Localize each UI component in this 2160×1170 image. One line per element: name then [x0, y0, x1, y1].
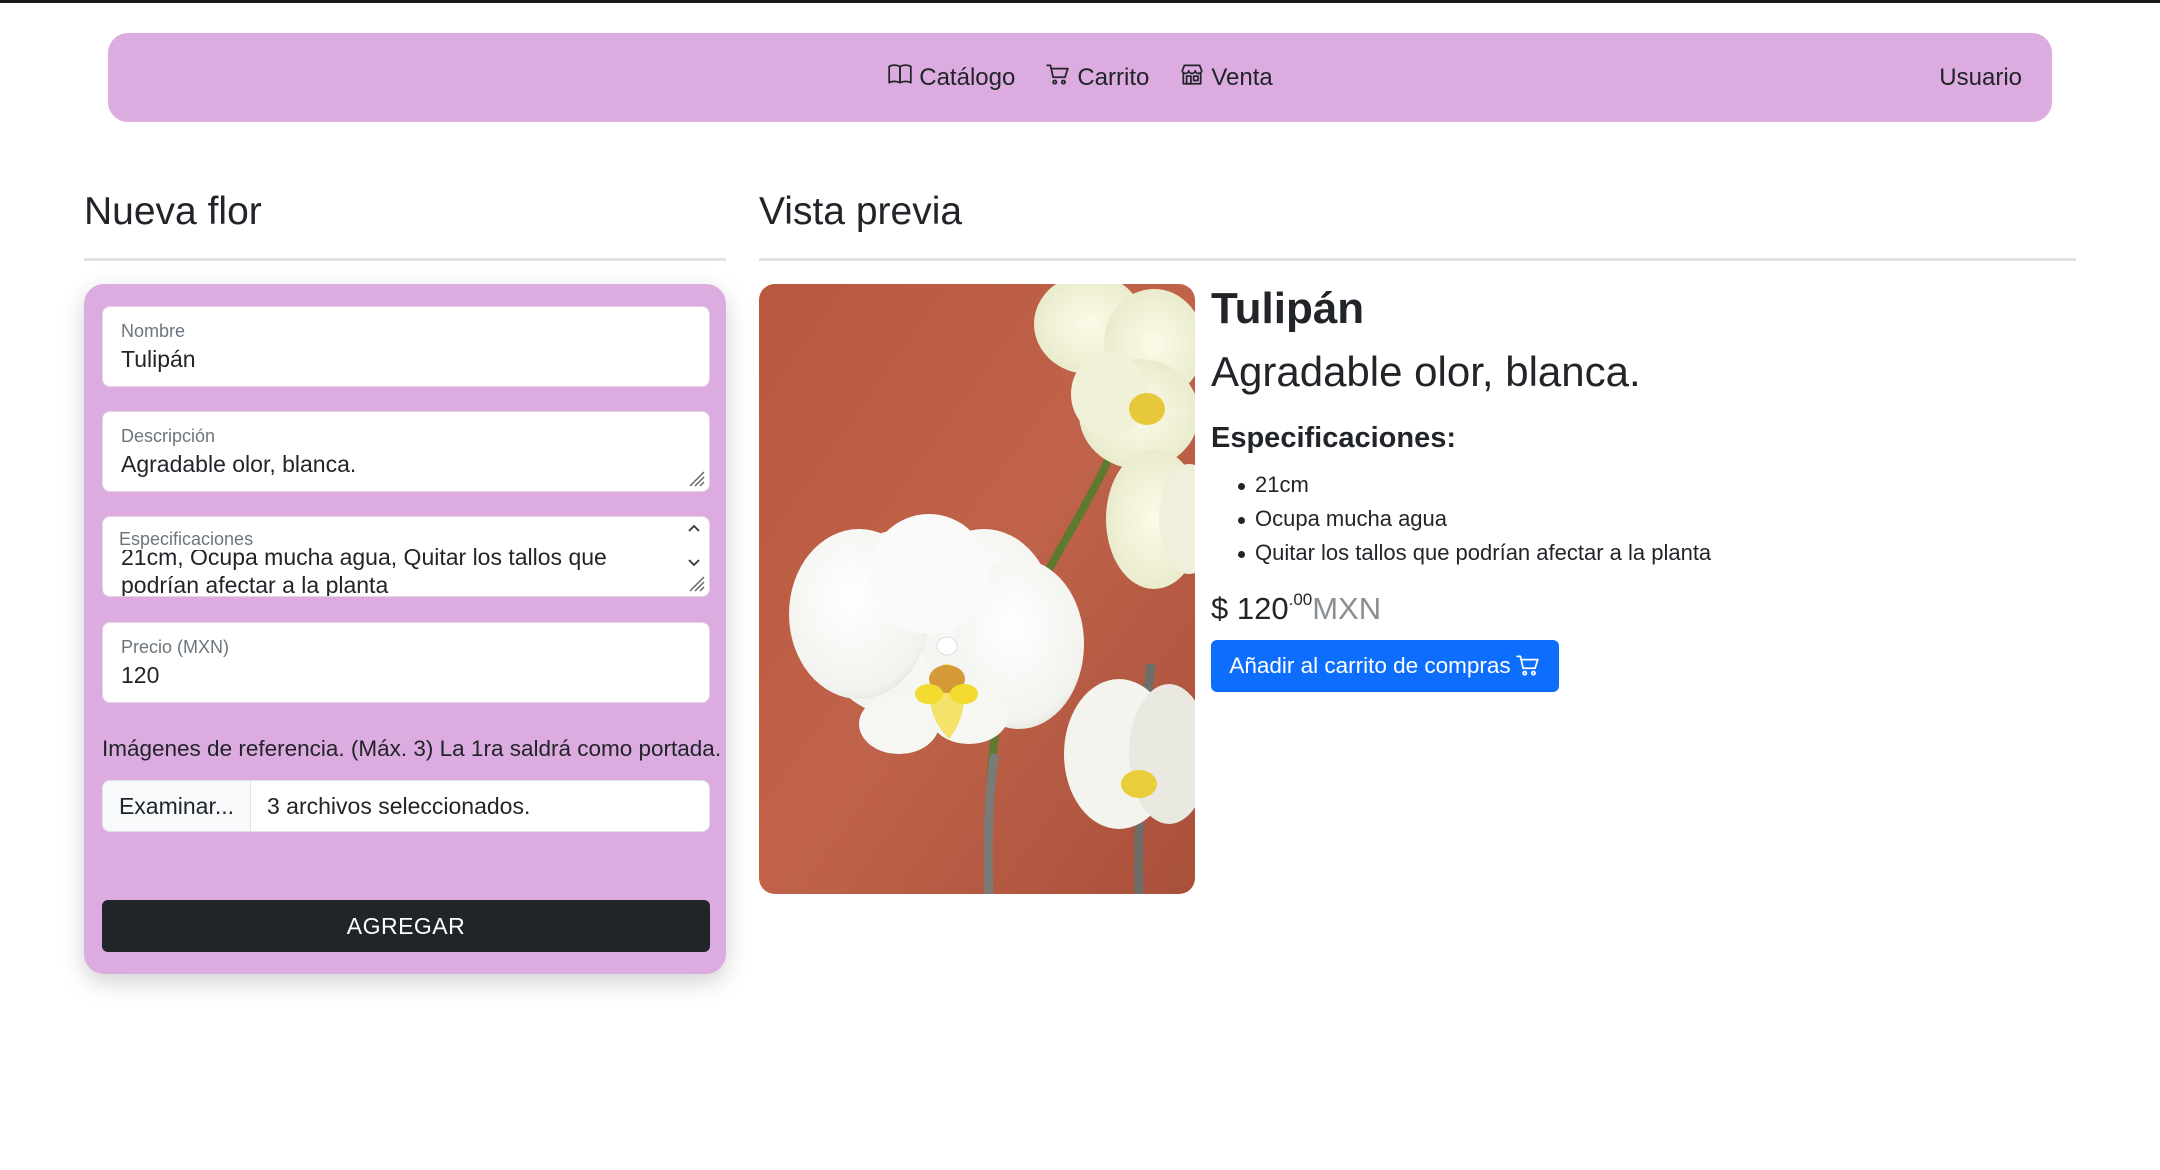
specs-label: Especificaciones [119, 529, 258, 550]
shop-icon [1179, 61, 1205, 94]
new-flower-heading: Nueva flor [84, 190, 262, 233]
name-input[interactable]: Tulipán [121, 345, 689, 373]
new-flower-form: Nombre Tulipán Descripción Agradable olo… [84, 284, 726, 974]
top-border [0, 0, 2160, 3]
nav-links: Catálogo Carrito Venta [108, 33, 2052, 122]
preview-specs-list: 21cm Ocupa mucha agua Quitar los tallos … [1211, 468, 1711, 570]
flower-preview-image [759, 284, 1195, 894]
nav-cart-label: Carrito [1077, 63, 1150, 91]
book-icon [887, 61, 913, 94]
price-symbol: $ [1211, 591, 1237, 626]
images-file-input[interactable]: Examinar... 3 archivos seleccionados. [102, 780, 710, 832]
cart-icon [1045, 61, 1071, 94]
files-selected-text: 3 archivos seleccionados. [267, 792, 531, 819]
nav-cart-link[interactable]: Carrito [1045, 61, 1149, 94]
resize-handle-icon[interactable] [684, 571, 706, 593]
preview-title: Tulipán [1211, 284, 1365, 333]
cart-icon [1515, 648, 1541, 684]
price-input[interactable]: 120 [121, 661, 689, 689]
heading-divider [84, 258, 726, 261]
add-to-cart-label: Añadir al carrito de compras [1229, 653, 1511, 678]
list-item: 21cm [1211, 468, 1711, 502]
specs-line-2: podrían afectar a la planta [121, 572, 389, 597]
description-textarea[interactable]: Agradable olor, blanca. [121, 450, 689, 478]
list-item: Ocupa mucha agua [1211, 502, 1711, 536]
list-item: Quitar los tallos que podrían afectar a … [1211, 536, 1711, 570]
specs-field[interactable]: 21cm, Ocupa mucha agua, Quitar los tallo… [102, 516, 710, 597]
resize-handle-icon[interactable] [684, 466, 706, 488]
preview-specs-title: Especificaciones: [1211, 422, 1456, 454]
specs-scrollbar[interactable] [683, 521, 705, 575]
add-to-cart-button[interactable]: Añadir al carrito de compras [1211, 640, 1559, 692]
nav-sale-link[interactable]: Venta [1179, 61, 1273, 94]
description-label: Descripción [121, 426, 216, 446]
preview-divider [759, 258, 2076, 261]
price-field[interactable]: Precio (MXN) 120 [102, 622, 710, 703]
price-currency: MXN [1312, 591, 1382, 626]
browse-button[interactable]: Examinar... [103, 781, 251, 831]
price-label: Precio (MXN) [121, 637, 230, 657]
nav-sale-label: Venta [1211, 63, 1273, 91]
price-cents: .00 [1288, 590, 1313, 609]
price-integer: 120 [1236, 591, 1289, 626]
name-label: Nombre [121, 321, 186, 341]
preview-description: Agradable olor, blanca. [1211, 348, 1641, 395]
preview-price: $ 120.00MXN [1211, 590, 1381, 627]
nav-user-link[interactable]: Usuario [1939, 33, 2022, 122]
description-field[interactable]: Descripción Agradable olor, blanca. [102, 411, 710, 492]
navbar: Catálogo Carrito Venta Usuario [108, 33, 2052, 122]
images-help-text: Imágenes de referencia. (Máx. 3) La 1ra … [102, 736, 722, 761]
scroll-up-icon[interactable] [686, 521, 702, 542]
add-button[interactable]: AGREGAR [102, 900, 710, 952]
nav-catalog-label: Catálogo [919, 63, 1016, 91]
name-field[interactable]: Nombre Tulipán [102, 306, 710, 387]
specs-textarea[interactable]: 21cm, Ocupa mucha agua, Quitar los tallo… [121, 543, 669, 597]
preview-heading: Vista previa [759, 190, 963, 233]
nav-catalog-link[interactable]: Catálogo [887, 61, 1015, 94]
